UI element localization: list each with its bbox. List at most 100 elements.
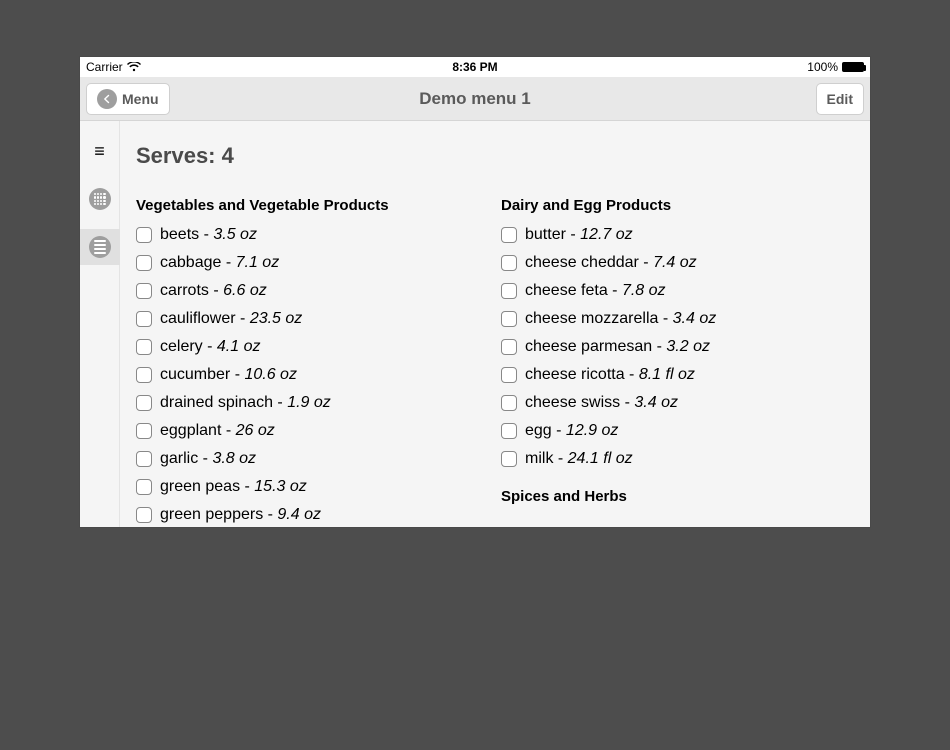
list-item[interactable]: beets - 3.5 oz (136, 226, 489, 244)
item-quantity: 3.5 oz (213, 226, 257, 243)
list-item-label: cheese feta - 7.8 oz (525, 282, 666, 300)
side-rail: ≡ (80, 121, 120, 527)
sidebar-item-list[interactable] (80, 229, 120, 265)
list-item[interactable]: celery - 4.1 oz (136, 338, 489, 356)
list-item-label: drained spinach - 1.9 oz (160, 394, 331, 412)
item-quantity: 12.9 oz (566, 422, 618, 439)
nav-bar: Menu Demo menu 1 Edit (80, 77, 870, 121)
list-item-label: cucumber - 10.6 oz (160, 366, 297, 384)
item-name: green peas (160, 478, 240, 495)
list-item[interactable]: cheese feta - 7.8 oz (501, 282, 854, 300)
list-item-label: cheese swiss - 3.4 oz (525, 394, 678, 412)
checkbox[interactable] (136, 367, 152, 383)
category-title: Dairy and Egg Products (501, 197, 854, 214)
checkbox[interactable] (136, 451, 152, 467)
list-item[interactable]: drained spinach - 1.9 oz (136, 394, 489, 412)
checkbox[interactable] (501, 255, 517, 271)
item-name: cheese cheddar (525, 254, 639, 271)
checkbox[interactable] (501, 311, 517, 327)
list-column: Vegetables and Vegetable Products beets -… (136, 193, 489, 527)
item-quantity: 8.1 fl oz (639, 366, 695, 383)
item-name: green peppers (160, 506, 263, 523)
list-item-label: cabbage - 7.1 oz (160, 254, 279, 272)
list-item[interactable]: garlic - 3.8 oz (136, 450, 489, 468)
item-name: eggplant (160, 422, 221, 439)
checkbox[interactable] (136, 423, 152, 439)
checkbox[interactable] (136, 339, 152, 355)
item-name: cabbage (160, 254, 221, 271)
list-item-label: cheese cheddar - 7.4 oz (525, 254, 697, 272)
checkbox[interactable] (136, 255, 152, 271)
list-item-label: green peppers - 9.4 oz (160, 506, 321, 524)
category-title: Spices and Herbs (501, 488, 854, 505)
list-item-label: milk - 24.1 fl oz (525, 450, 633, 468)
checkbox[interactable] (501, 367, 517, 383)
list-item[interactable]: cauliflower - 23.5 oz (136, 310, 489, 328)
edit-button[interactable]: Edit (816, 83, 864, 115)
list-item[interactable]: cheese cheddar - 7.4 oz (501, 254, 854, 272)
list-item-label: cheese parmesan - 3.2 oz (525, 338, 710, 356)
checkbox[interactable] (501, 451, 517, 467)
body: ≡ Serves: 4 Vegetables and Vegetable Pro… (80, 121, 870, 527)
back-button[interactable]: Menu (86, 83, 170, 115)
list-item[interactable]: cheese swiss - 3.4 oz (501, 394, 854, 412)
item-quantity: 3.4 oz (634, 394, 678, 411)
checkbox[interactable] (501, 339, 517, 355)
list-item[interactable]: eggplant - 26 oz (136, 422, 489, 440)
list-icon (89, 236, 111, 258)
list-column: Dairy and Egg Products butter - 12.7 oz ch… (501, 193, 854, 527)
list-item[interactable]: cheese mozzarella - 3.4 oz (501, 310, 854, 328)
hamburger-icon[interactable]: ≡ (80, 133, 120, 169)
list-item[interactable]: cheese parmesan - 3.2 oz (501, 338, 854, 356)
list-item-label: beets - 3.5 oz (160, 226, 257, 244)
item-quantity: 10.6 oz (244, 366, 296, 383)
list-item-label: green peas - 15.3 oz (160, 478, 307, 496)
item-name: cheese mozzarella (525, 310, 658, 327)
sidebar-item-calendar[interactable] (80, 181, 120, 217)
checkbox[interactable] (136, 227, 152, 243)
item-quantity: 12.7 oz (580, 226, 632, 243)
list-item[interactable]: cheese ricotta - 8.1 fl oz (501, 366, 854, 384)
checkbox[interactable] (501, 227, 517, 243)
battery-pct-label: 100% (807, 60, 838, 74)
checkbox[interactable] (136, 311, 152, 327)
calendar-grid-icon (89, 188, 111, 210)
back-button-label: Menu (122, 91, 159, 107)
item-name: beets (160, 226, 199, 243)
checkbox[interactable] (501, 283, 517, 299)
list-item[interactable]: butter - 12.7 oz (501, 226, 854, 244)
list-item-label: eggplant - 26 oz (160, 422, 275, 440)
checkbox[interactable] (501, 395, 517, 411)
wifi-icon (127, 62, 141, 72)
item-name: egg (525, 422, 552, 439)
category-block: Vegetables and Vegetable Products beets -… (136, 197, 489, 524)
list-item[interactable]: green peppers - 9.4 oz (136, 506, 489, 524)
item-quantity: 24.1 fl oz (568, 450, 633, 467)
list-item-label: butter - 12.7 oz (525, 226, 633, 244)
item-name: garlic (160, 450, 198, 467)
list-item-label: cheese ricotta - 8.1 fl oz (525, 366, 695, 384)
list-item-label: celery - 4.1 oz (160, 338, 261, 356)
checkbox[interactable] (136, 395, 152, 411)
checkbox[interactable] (136, 479, 152, 495)
list-item-label: cauliflower - 23.5 oz (160, 310, 302, 328)
content-area: Serves: 4 Vegetables and Vegetable Produ… (120, 121, 870, 527)
list-item[interactable]: carrots - 6.6 oz (136, 282, 489, 300)
list-item[interactable]: egg - 12.9 oz (501, 422, 854, 440)
list-item[interactable]: green peas - 15.3 oz (136, 478, 489, 496)
checkbox[interactable] (501, 423, 517, 439)
item-quantity: 3.8 oz (212, 450, 256, 467)
serves-label: Serves: 4 (136, 143, 854, 169)
item-quantity: 26 oz (236, 422, 275, 439)
item-name: cheese swiss (525, 394, 620, 411)
item-name: carrots (160, 282, 209, 299)
item-name: cheese parmesan (525, 338, 652, 355)
item-quantity: 7.8 oz (622, 282, 666, 299)
list-item[interactable]: milk - 24.1 fl oz (501, 450, 854, 468)
category-title: Vegetables and Vegetable Products (136, 197, 489, 214)
list-item[interactable]: cucumber - 10.6 oz (136, 366, 489, 384)
item-quantity: 7.4 oz (653, 254, 697, 271)
checkbox[interactable] (136, 507, 152, 523)
checkbox[interactable] (136, 283, 152, 299)
list-item[interactable]: cabbage - 7.1 oz (136, 254, 489, 272)
